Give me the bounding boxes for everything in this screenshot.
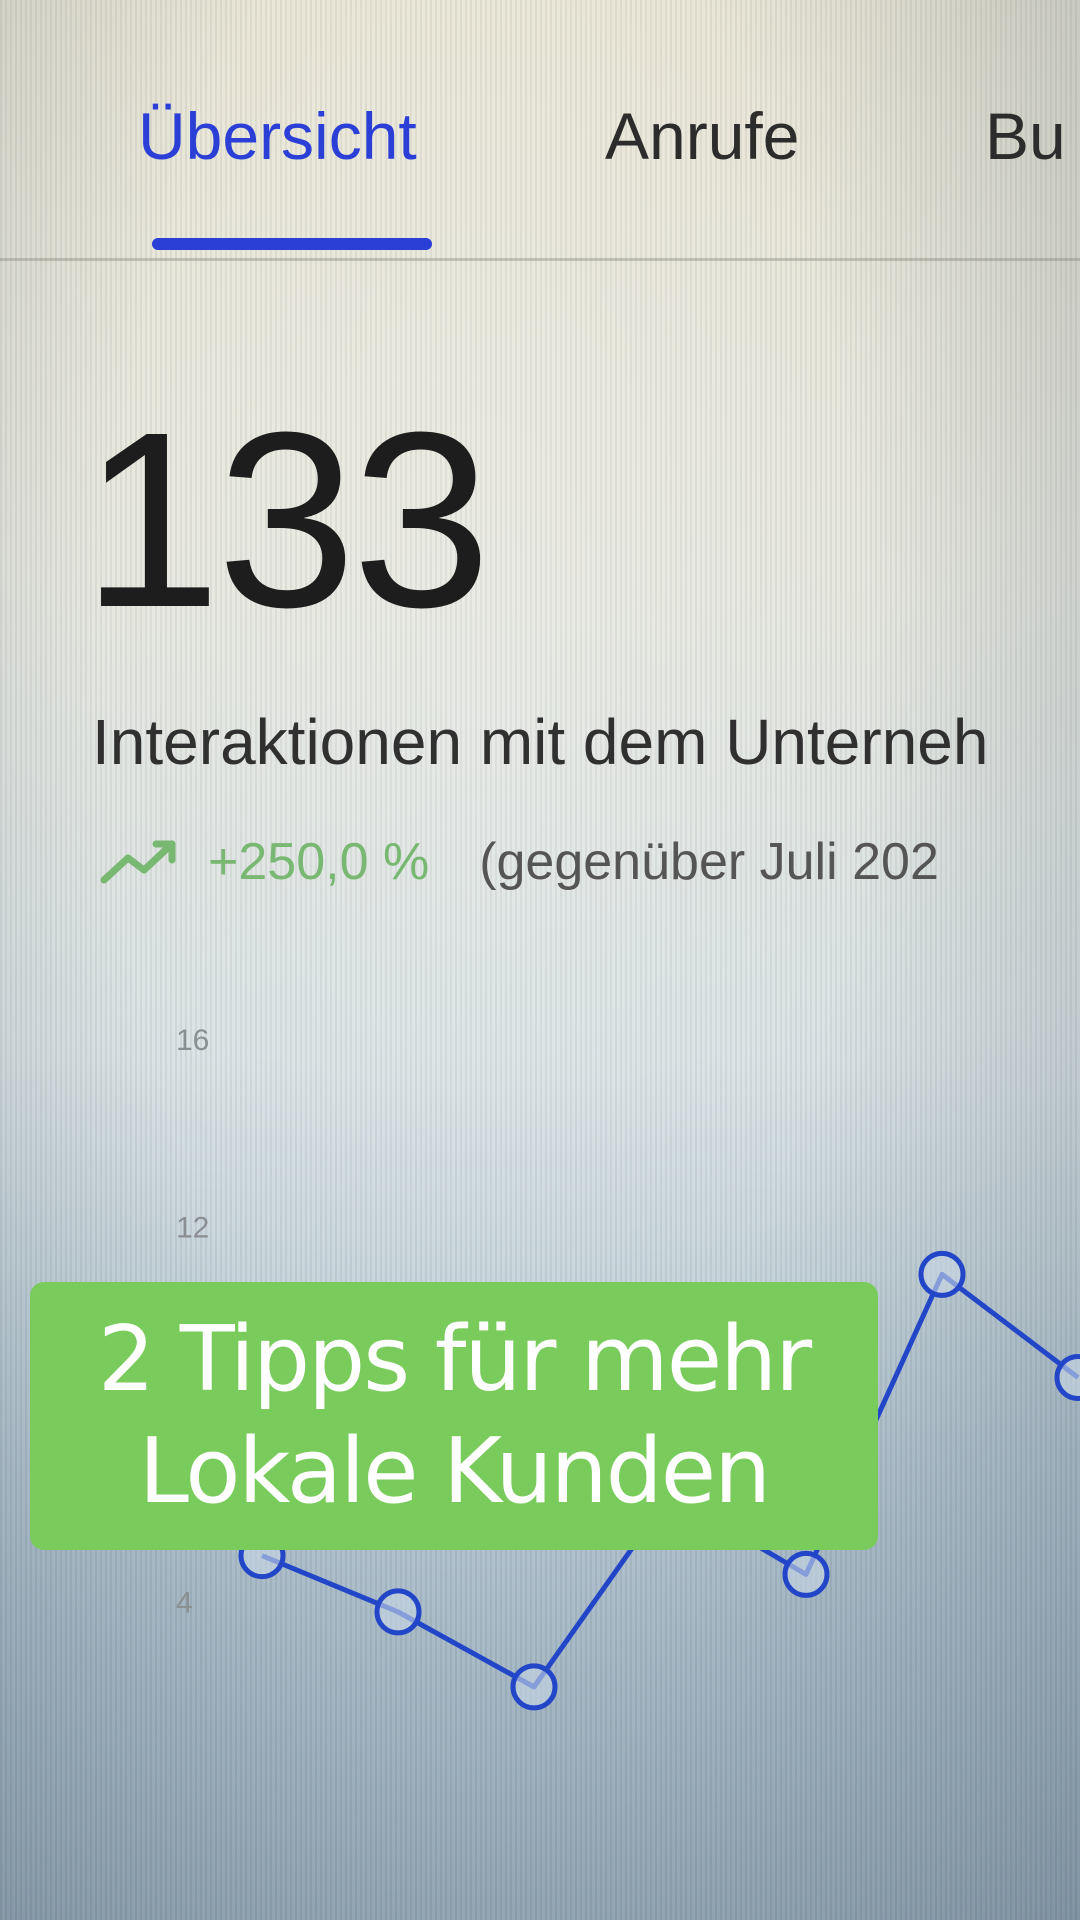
y-tick-label: 12 <box>176 1212 209 1245</box>
data-point[interactable] <box>510 1663 558 1711</box>
caption-line-2: Lokale Kunden <box>138 1419 771 1524</box>
trending-up-icon <box>100 840 176 884</box>
caption-text: 2 Tipps für mehr Lokale Kunden <box>30 1304 878 1528</box>
caption-overlay: 2 Tipps für mehr Lokale Kunden <box>30 1282 878 1550</box>
tab-uebersicht[interactable]: Übersicht <box>138 98 417 174</box>
tab-divider <box>0 258 1080 261</box>
caption-line-1: 2 Tipps für mehr <box>97 1307 812 1412</box>
trend-percentage: +250,0 % <box>208 833 430 891</box>
y-tick-label: 16 <box>176 1024 209 1057</box>
tab-bar: Übersicht Anrufe Bu <box>0 88 1080 261</box>
trend-comparison-period: (gegenüber Juli 202 <box>479 833 939 891</box>
interactions-count: 133 <box>82 380 491 659</box>
interactions-label: Interaktionen mit dem Unterneh <box>92 706 989 778</box>
data-point[interactable] <box>1054 1354 1080 1401</box>
data-point[interactable] <box>782 1550 830 1598</box>
tab-buchungen[interactable]: Bu <box>985 98 1066 174</box>
data-point[interactable] <box>374 1588 422 1636</box>
trend-row: +250,0 % (gegenüber Juli 202 <box>100 832 939 892</box>
tab-anrufe[interactable]: Anrufe <box>605 98 799 174</box>
data-point[interactable] <box>918 1250 966 1298</box>
y-tick-label: 4 <box>176 1587 193 1620</box>
active-tab-indicator <box>152 238 432 250</box>
